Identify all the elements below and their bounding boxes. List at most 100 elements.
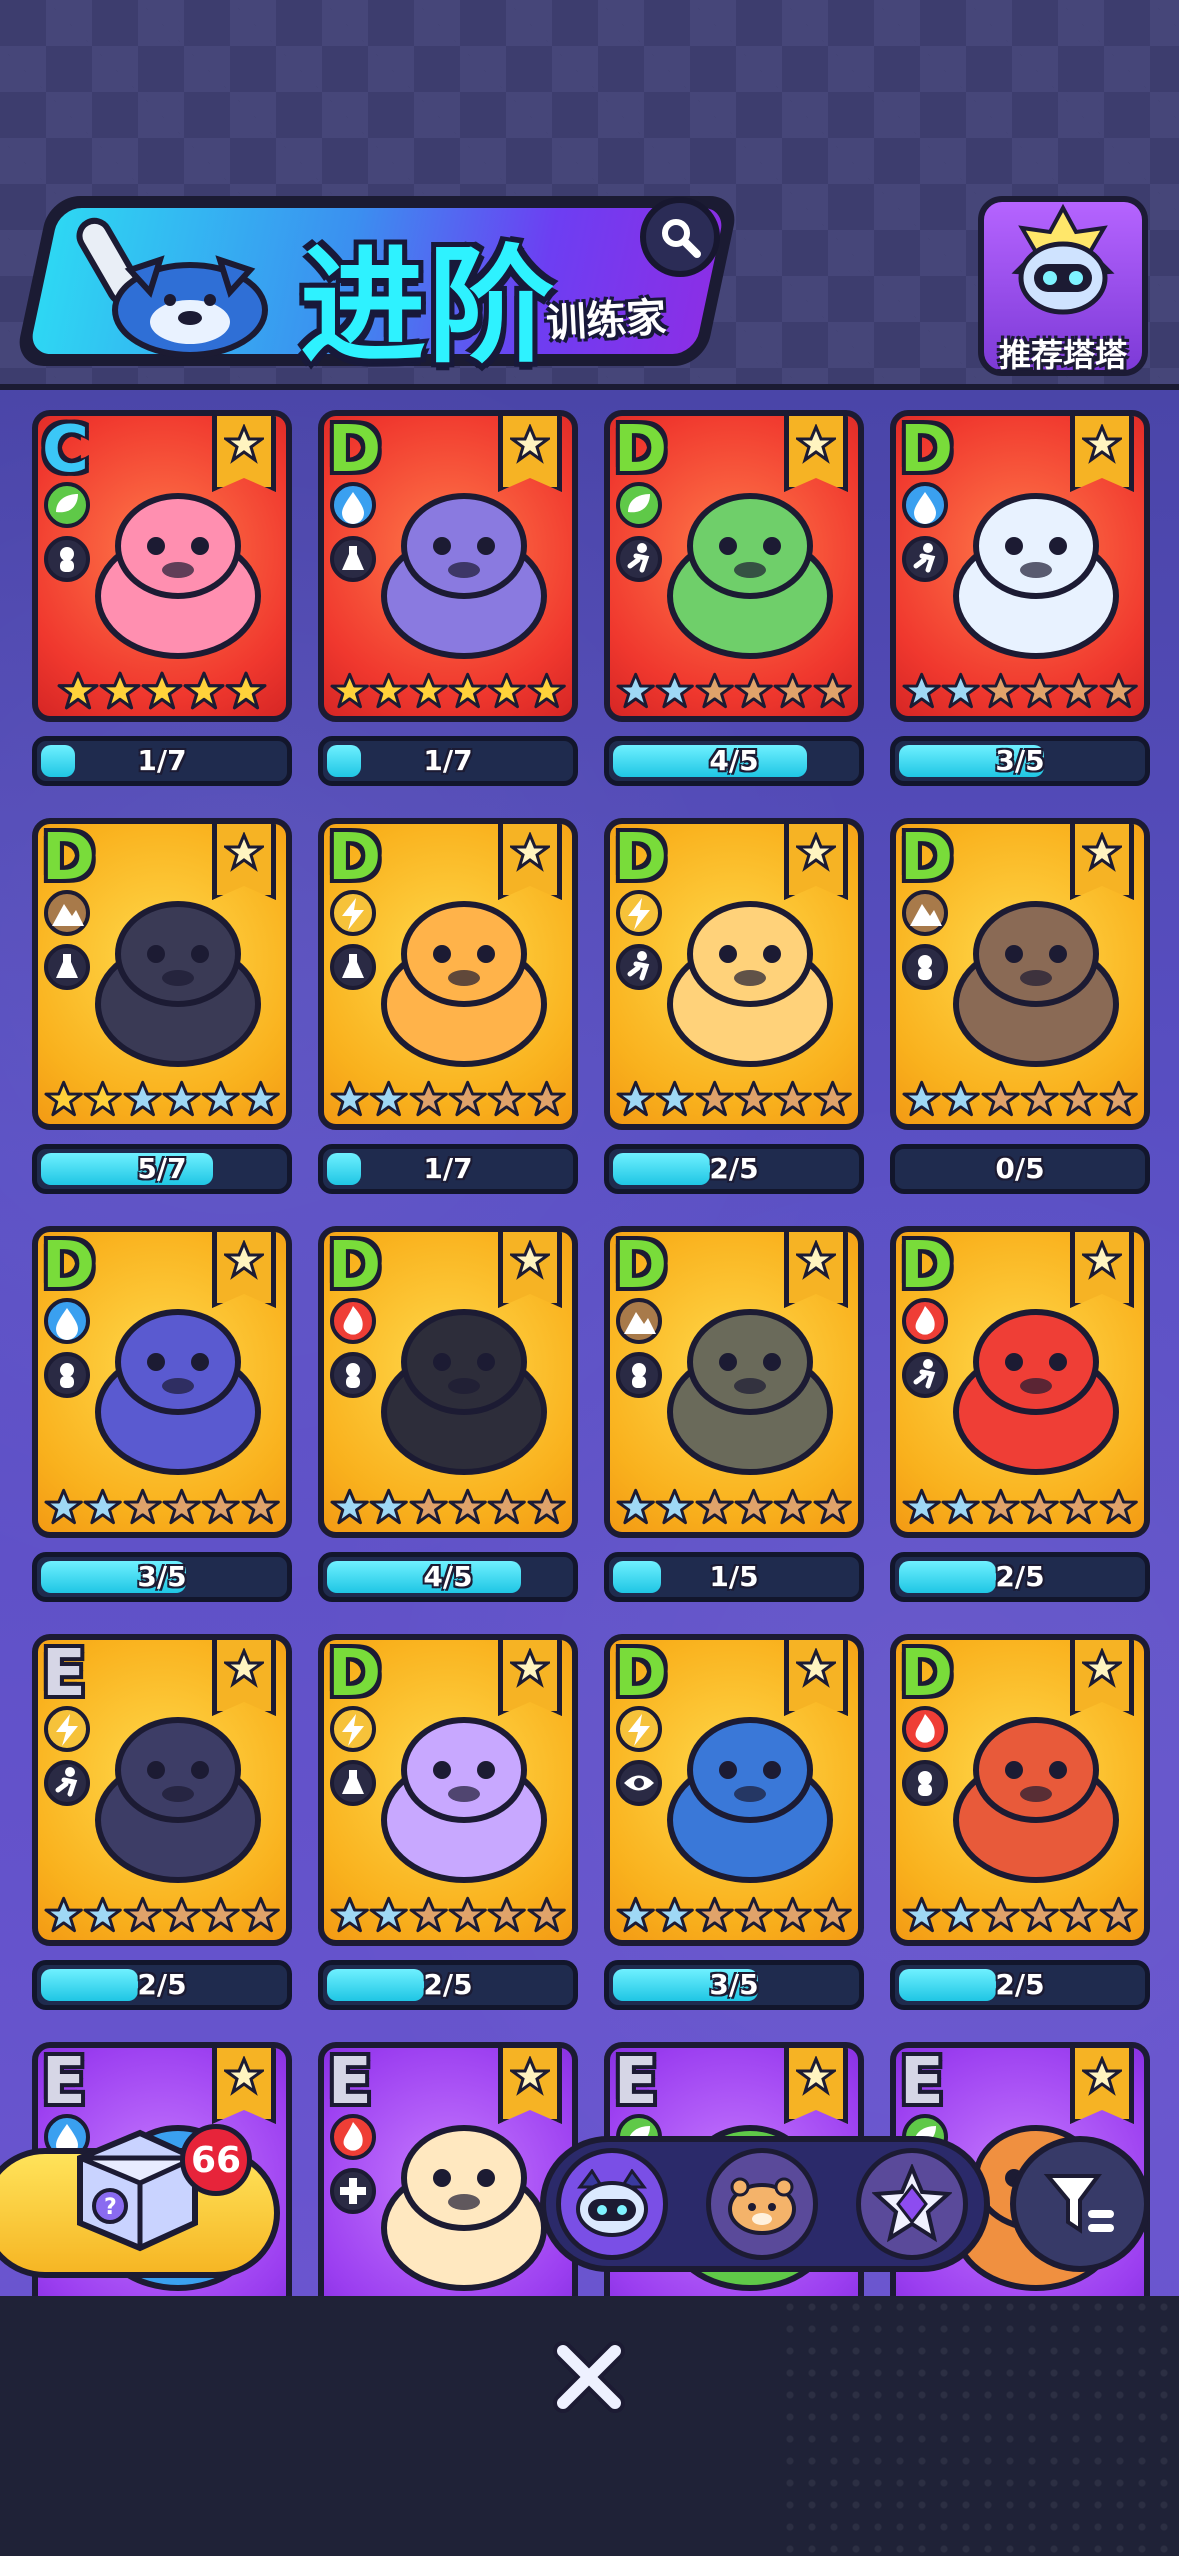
tower-card[interactable]: D xyxy=(318,410,578,722)
blue-star-icon xyxy=(44,1896,83,1933)
blue-star-icon xyxy=(941,1080,981,1117)
search-button[interactable] xyxy=(640,197,720,277)
empty-star-icon xyxy=(241,1488,280,1525)
progress-text: 3/5 xyxy=(995,744,1045,777)
empty-star-icon xyxy=(1020,1896,1059,1933)
empty-star-icon xyxy=(813,1080,852,1117)
grade-label: D xyxy=(42,821,96,895)
role-support-icon xyxy=(902,944,948,990)
tower-card[interactable]: D xyxy=(604,1634,864,1946)
tower-card[interactable]: D xyxy=(32,818,292,1130)
progress-bar: 1/7 xyxy=(318,736,578,786)
gold-star-icon xyxy=(44,1080,83,1117)
element-electric-icon xyxy=(616,1706,662,1752)
search-icon xyxy=(662,219,701,258)
progress-text: 2/5 xyxy=(995,1968,1045,2001)
blue-star-icon xyxy=(655,1488,695,1525)
star-crest-icon xyxy=(872,2164,952,2243)
empty-star-icon xyxy=(487,1488,527,1525)
empty-star-icon xyxy=(813,1488,852,1525)
star-rating xyxy=(896,1894,1144,1936)
empty-star-icon xyxy=(1059,1896,1099,1933)
tab-pet[interactable] xyxy=(706,2148,818,2260)
tower-card[interactable]: D xyxy=(318,818,578,1130)
tower-card[interactable]: D xyxy=(318,1226,578,1538)
empty-star-icon xyxy=(162,1896,201,1933)
progress-bar: 3/5 xyxy=(32,1552,292,1602)
role-support-icon xyxy=(330,1352,376,1398)
star-icon xyxy=(1082,1648,1122,1688)
tab-badge[interactable] xyxy=(856,2148,968,2260)
progress-text: 2/5 xyxy=(137,1968,187,2001)
blue-star-icon xyxy=(655,1896,695,1933)
blue-star-icon xyxy=(201,1080,241,1117)
star-rating xyxy=(324,1894,572,1936)
star-icon xyxy=(224,1240,264,1280)
tower-card[interactable]: D xyxy=(890,1634,1150,1946)
element-water-icon xyxy=(902,482,948,528)
progress-text: 5/7 xyxy=(137,1152,187,1185)
tower-card[interactable]: D xyxy=(604,410,864,722)
grade-label: D xyxy=(900,821,954,895)
empty-star-icon xyxy=(1099,1896,1138,1933)
empty-star-icon xyxy=(448,1080,487,1117)
progress-bar: 1/7 xyxy=(318,1144,578,1194)
empty-star-icon xyxy=(981,672,1020,709)
blue-star-icon xyxy=(902,1488,941,1525)
progress-text: 3/5 xyxy=(709,1968,759,2001)
tower-card[interactable]: D xyxy=(890,410,1150,722)
close-icon xyxy=(553,2341,625,2413)
empty-star-icon xyxy=(201,1896,241,1933)
grade-label: E xyxy=(900,2045,944,2119)
tower-card[interactable]: D xyxy=(318,1634,578,1946)
star-icon xyxy=(796,1240,836,1280)
role-runner-icon xyxy=(902,536,948,582)
filter-button[interactable] xyxy=(1010,2136,1150,2272)
creature-portrait xyxy=(953,1309,1119,1475)
star-rating xyxy=(896,1486,1144,1528)
element-water-icon xyxy=(44,1298,90,1344)
progress-bar: 1/5 xyxy=(604,1552,864,1602)
tower-card[interactable]: D xyxy=(890,1226,1150,1538)
role-eye-icon xyxy=(616,1760,662,1806)
star-rating xyxy=(38,1486,286,1528)
tower-card[interactable]: E xyxy=(32,1634,292,1946)
star-icon xyxy=(1082,832,1122,872)
blue-star-icon xyxy=(369,1488,409,1525)
creature-portrait xyxy=(667,1309,833,1475)
page-subtitle: 训练家 xyxy=(545,294,668,348)
empty-star-icon xyxy=(1059,1488,1099,1525)
tab-tower[interactable] xyxy=(556,2148,668,2260)
tower-card[interactable]: D xyxy=(32,1226,292,1538)
star-icon xyxy=(510,1240,550,1280)
blue-star-icon xyxy=(941,1488,981,1525)
empty-star-icon xyxy=(527,1488,566,1525)
gold-star-icon xyxy=(527,672,566,709)
star-icon xyxy=(224,1648,264,1688)
star-icon xyxy=(224,2056,264,2096)
tower-card[interactable]: D xyxy=(890,818,1150,1130)
creature-portrait xyxy=(95,1309,261,1475)
star-icon xyxy=(510,2056,550,2096)
role-runner-icon xyxy=(616,536,662,582)
role-runner-icon xyxy=(44,1760,90,1806)
blue-star-icon xyxy=(655,1080,695,1117)
creature-portrait xyxy=(381,493,547,659)
progress-text: 0/5 xyxy=(995,1152,1045,1185)
close-button[interactable] xyxy=(546,2334,632,2420)
blue-star-icon xyxy=(241,1080,280,1117)
progress-text: 1/7 xyxy=(423,744,473,777)
creature-portrait xyxy=(95,493,261,659)
element-electric-icon xyxy=(330,1706,376,1752)
tower-card[interactable]: D xyxy=(604,1226,864,1538)
empty-star-icon xyxy=(123,1896,162,1933)
tower-card[interactable]: C xyxy=(32,410,292,722)
creature-portrait xyxy=(95,901,261,1067)
blue-star-icon xyxy=(616,672,655,709)
star-rating xyxy=(896,1078,1144,1120)
tower-card[interactable]: D xyxy=(604,818,864,1130)
star-icon xyxy=(224,832,264,872)
blue-star-icon xyxy=(330,1488,369,1525)
element-fire-icon xyxy=(902,1298,948,1344)
gold-star-icon xyxy=(99,671,141,710)
